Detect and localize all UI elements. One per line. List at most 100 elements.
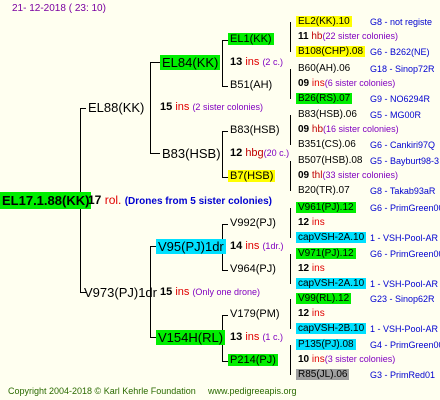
gen3-node[interactable]: B83(HSB) xyxy=(230,124,280,136)
copyright: Copyright 2004-2018 © Karl Kehrle Founda… xyxy=(8,386,196,396)
gen4-mother[interactable]: B507(HSB).08 xyxy=(296,155,364,166)
gen4-mother-ref: G6 - PrimGreen00 xyxy=(370,203,440,213)
gen4-mother-ref: G6 - PrimGreen00 xyxy=(370,249,440,259)
gen4-mother[interactable]: V99(RL).12 xyxy=(296,293,352,304)
connector xyxy=(290,22,291,52)
connector xyxy=(290,345,291,375)
gen1-note: (2 sister colonies) xyxy=(192,102,263,112)
connector xyxy=(222,40,223,86)
root-label: rol. xyxy=(104,193,122,207)
gen4-father-ref: 1 - VSH-Pool-AR xyxy=(370,324,439,334)
gen2-count: 12 xyxy=(230,147,243,159)
gen4-father-ref: G8 - Takab93aR xyxy=(370,186,436,196)
gen4-count: 12 xyxy=(298,263,310,274)
gen4-info: 12 ins xyxy=(298,217,325,228)
gen4-father-ref: G9 - NO6294R xyxy=(370,94,431,104)
gen3-node[interactable]: B7(HSB) xyxy=(228,170,276,182)
gen4-father[interactable]: R85(JL).06 xyxy=(296,369,350,380)
gen2-label: ins xyxy=(245,56,260,68)
gen2-note: (20 c.) xyxy=(263,148,290,158)
gen2-info: 12 hbg(20 c.) xyxy=(230,147,289,159)
connector xyxy=(222,86,228,87)
gen3-node[interactable]: P214(PJ) xyxy=(228,354,278,366)
gen2-note: (1dr.) xyxy=(262,241,284,251)
gen4-count: 09 xyxy=(298,124,310,135)
gen1-label: ins xyxy=(175,286,190,298)
gen4-mother[interactable]: B83(HSB).06 xyxy=(296,109,359,120)
connector xyxy=(222,131,223,177)
gen1-info: 15 ins (2 sister colonies) xyxy=(160,101,263,113)
gen4-mother-ref: G5 - MG00R xyxy=(370,110,422,120)
gen4-info: 09 thl(33 sister colonies) xyxy=(298,170,398,181)
gen2-info: 13 ins (1 c.) xyxy=(230,331,283,343)
root-note: (Drones from 5 sister colonies) xyxy=(124,196,272,207)
report-date: 21- 12-2018 ( 23: 10) xyxy=(12,3,106,14)
gen1-node[interactable]: EL88(KK) xyxy=(88,100,144,115)
gen2-node[interactable]: V154H(RL) xyxy=(156,330,226,345)
root-count: 17 xyxy=(88,193,102,207)
gen4-father[interactable]: capVSH-2A.10 xyxy=(296,232,367,243)
gen4-mother[interactable]: B60(AH).06 xyxy=(296,63,352,74)
gen4-mother[interactable]: EL2(KK).10 xyxy=(296,16,352,27)
gen4-mother-ref: G23 - Sinop62R xyxy=(370,294,435,304)
gen1-count: 15 xyxy=(160,286,173,298)
connector xyxy=(222,315,228,316)
gen2-node[interactable]: V95(PJ)1dr xyxy=(156,239,226,254)
gen4-father-ref: 1 - VSH-Pool-AR xyxy=(370,233,439,243)
gen1-info: 15 ins (Only one drone) xyxy=(160,286,260,298)
gen4-label: ins xyxy=(311,217,325,228)
gen2-note: (1 c.) xyxy=(262,332,283,342)
gen2-info: 14 ins (1dr.) xyxy=(230,240,283,252)
connector xyxy=(222,131,228,132)
gen2-label: hbg xyxy=(245,147,264,159)
gen3-node[interactable]: V992(PJ) xyxy=(230,217,276,229)
gen4-father[interactable]: capVSH-2B.10 xyxy=(296,323,367,334)
gen4-father-ref: G6 - Cankiri97Q xyxy=(370,140,436,150)
gen4-mother[interactable]: V961(PJ).12 xyxy=(296,202,356,213)
gen4-label: hb xyxy=(311,31,323,42)
gen2-node[interactable]: EL84(KK) xyxy=(160,55,221,70)
gen4-mother-ref: G18 - Sinop72R xyxy=(370,64,435,74)
gen1-node[interactable]: V973(PJ)1dr xyxy=(84,285,157,300)
gen4-label: ins xyxy=(311,263,325,274)
gen1-label: ins xyxy=(175,101,190,113)
gen1-note: (Only one drone) xyxy=(192,287,260,297)
gen4-info: 09 ins(6 sister colonies) xyxy=(298,78,395,89)
gen4-note: (3 sister colonies) xyxy=(324,354,396,364)
gen2-count: 13 xyxy=(230,56,243,68)
gen4-count: 09 xyxy=(298,78,310,89)
gen4-father-ref: G6 - B262(NE) xyxy=(370,47,430,57)
gen4-father-ref: G3 - PrimRed01 xyxy=(370,370,436,380)
site-url[interactable]: www.pedigreeapis.org xyxy=(208,386,297,396)
gen4-father[interactable]: B26(RS).07 xyxy=(296,93,353,104)
gen4-mother[interactable]: V971(PJ).12 xyxy=(296,248,356,259)
gen3-node[interactable]: V964(PJ) xyxy=(230,263,276,275)
gen4-note: (22 sister colonies) xyxy=(322,31,399,41)
gen4-mother-ref: G4 - PrimGreen00 xyxy=(370,340,440,350)
gen4-father[interactable]: B351(CS).06 xyxy=(296,139,358,150)
connector xyxy=(222,224,228,225)
gen4-note: (16 sister colonies) xyxy=(323,124,399,134)
connector xyxy=(290,115,291,145)
gen2-node[interactable]: B83(HSB) xyxy=(162,146,221,161)
root-queen[interactable]: EL17.1.88(KK) xyxy=(0,192,92,209)
gen4-father[interactable]: capVSH-2A.10 xyxy=(296,278,367,289)
gen4-father[interactable]: B20(TR).07 xyxy=(296,185,352,196)
gen4-count: 11 xyxy=(298,31,309,42)
gen4-info: 12 ins xyxy=(298,308,325,319)
gen4-label: ins xyxy=(311,354,325,365)
connector xyxy=(290,299,291,329)
gen4-info: 12 ins xyxy=(298,263,325,274)
gen3-node[interactable]: B51(AH) xyxy=(230,79,272,91)
gen4-father[interactable]: B108(CHP).08 xyxy=(296,46,366,57)
gen4-note: (6 sister colonies) xyxy=(324,78,396,88)
gen3-node[interactable]: V179(PM) xyxy=(230,308,280,320)
connector xyxy=(80,108,86,109)
gen4-label: ins xyxy=(311,78,325,89)
gen2-label: ins xyxy=(245,331,260,343)
gen3-node[interactable]: EL1(KK) xyxy=(228,33,274,45)
connector xyxy=(150,62,151,153)
gen4-label: hb xyxy=(311,124,324,135)
gen4-mother[interactable]: P135(PJ).08 xyxy=(296,339,356,350)
gen4-count: 12 xyxy=(298,308,310,319)
